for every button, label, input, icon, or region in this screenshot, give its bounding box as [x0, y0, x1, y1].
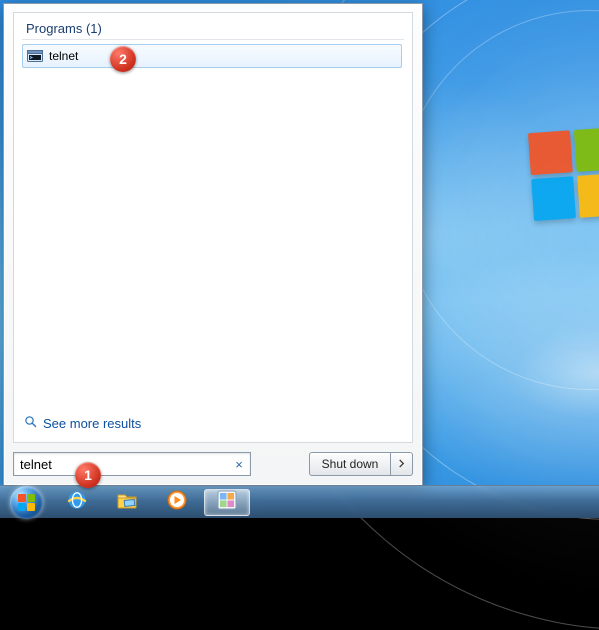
media-player-icon: [166, 489, 188, 516]
search-result-telnet[interactable]: telnet: [22, 44, 402, 68]
shutdown-button-label: Shut down: [322, 457, 379, 471]
taskbar-item-ie[interactable]: [54, 489, 100, 516]
shutdown-options-button[interactable]: [391, 452, 413, 476]
internet-explorer-icon: [66, 489, 88, 516]
app-icon: [217, 490, 237, 515]
search-result-label: telnet: [49, 49, 78, 63]
start-menu-bottom-row: × Shut down: [13, 452, 413, 476]
file-explorer-icon: [116, 489, 138, 516]
windows-logo-wallpaper: [528, 127, 599, 223]
search-icon: [24, 415, 38, 432]
start-orb-icon: [10, 486, 43, 519]
start-menu: Programs (1) telnet See more results ×: [3, 3, 423, 486]
taskbar-item-media-player[interactable]: [154, 489, 200, 516]
taskbar-item-explorer[interactable]: [104, 489, 150, 516]
see-more-results-label: See more results: [43, 416, 141, 431]
search-field-wrap: ×: [13, 452, 251, 476]
clear-search-icon[interactable]: ×: [232, 457, 246, 471]
search-input[interactable]: [20, 453, 232, 475]
shutdown-button[interactable]: Shut down: [309, 452, 391, 476]
taskbar-item-app[interactable]: [204, 489, 250, 516]
shutdown-split-button: Shut down: [309, 452, 413, 476]
see-more-results-link[interactable]: See more results: [22, 409, 404, 434]
results-category-header: Programs (1): [22, 21, 404, 40]
chevron-right-icon: [397, 457, 406, 471]
search-results-pane: Programs (1) telnet See more results: [13, 12, 413, 443]
terminal-icon: [27, 48, 43, 64]
start-button[interactable]: [4, 488, 48, 517]
taskbar: [0, 485, 599, 518]
